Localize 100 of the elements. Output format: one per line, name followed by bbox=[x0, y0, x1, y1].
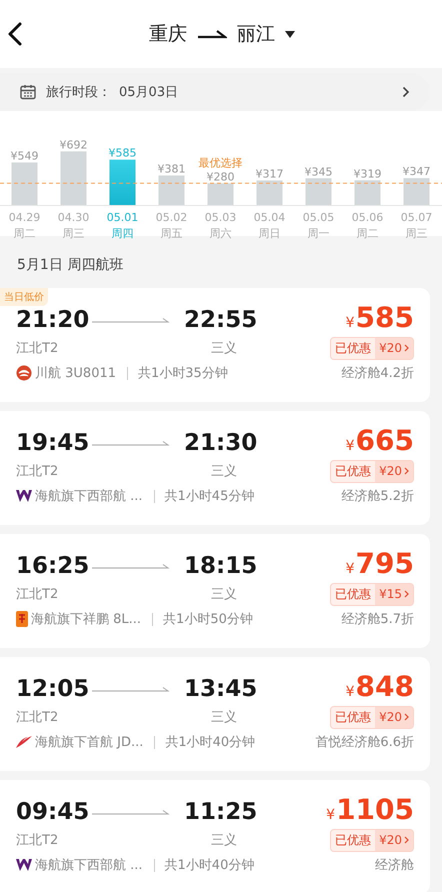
chevron-right-icon bbox=[402, 86, 410, 98]
x-tick-label: 05.07 bbox=[400, 211, 432, 224]
date-option[interactable]: 05.06 周二 bbox=[343, 206, 392, 243]
flight-duration: 共1小时40分钟 bbox=[154, 736, 256, 748]
airline-logo-icon bbox=[16, 736, 32, 748]
departure-airport: 江北T2 bbox=[16, 340, 58, 357]
date-option[interactable]: 05.01 周四 bbox=[98, 206, 147, 243]
x-tick-label: 05.05 bbox=[302, 211, 334, 224]
cabin-class: 首悦经济舱6.6折 bbox=[315, 734, 414, 751]
period-label: 旅行时段： bbox=[46, 84, 111, 101]
arrival-airport: 三义 bbox=[211, 586, 238, 603]
arrival-time: 18:15 bbox=[184, 553, 258, 579]
arrival-airport: 三义 bbox=[211, 340, 238, 357]
departure-airport: 江北T2 bbox=[16, 709, 58, 726]
x-tick-label: 04.29 bbox=[8, 211, 40, 224]
day-price: ¥319 bbox=[354, 167, 382, 180]
flight-card[interactable]: 09:45 11:25 ¥1105 江北T2 三义 已优惠 ¥20 海航旗下西部航 ... 共1小时40分钟 经济舱 bbox=[0, 780, 430, 892]
origin-city: 重庆 bbox=[148, 22, 188, 47]
discount-badge[interactable]: 已优惠 ¥20 bbox=[330, 706, 414, 728]
date-option[interactable]: 04.30 周三 bbox=[49, 206, 98, 243]
day-price: ¥381 bbox=[158, 162, 186, 176]
arrival-airport: 三义 bbox=[211, 832, 238, 849]
arrival-airport: 三义 bbox=[211, 709, 238, 726]
price-bar bbox=[158, 175, 184, 205]
airline-logo-icon bbox=[16, 858, 32, 872]
cabin-class: 经济舱 bbox=[375, 857, 414, 874]
departure-time: 12:05 bbox=[16, 676, 90, 702]
departure-airport: 江北T2 bbox=[16, 463, 58, 480]
airline-logo-icon bbox=[16, 611, 28, 627]
flight-card[interactable]: 当日低价 21:20 22:55 ¥585 江北T2 三义 已优惠 ¥20 川航 3U8011 共1小时35分钟 经济舱4.2折 bbox=[0, 288, 430, 402]
price: ¥1105 bbox=[326, 794, 414, 828]
price-bar bbox=[110, 160, 136, 205]
airline-flight: 川航 3U8011 bbox=[35, 365, 116, 382]
departure-time: 09:45 bbox=[16, 799, 90, 825]
airline-logo-icon bbox=[16, 365, 32, 381]
destination-city: 丽江 bbox=[236, 22, 276, 47]
x-tick-label: 05.06 bbox=[352, 211, 384, 224]
airline-flight: 海航旗下首航 JD... bbox=[35, 734, 144, 751]
back-icon[interactable] bbox=[8, 22, 22, 46]
x-tick-label: 05.04 bbox=[254, 211, 286, 224]
price-bar bbox=[12, 162, 38, 205]
arrival-time: 13:45 bbox=[184, 676, 258, 702]
section-title: 5月1日 周四航班 bbox=[16, 256, 124, 274]
price: ¥795 bbox=[346, 548, 414, 582]
flight-card[interactable]: 19:45 21:30 ¥665 江北T2 三义 已优惠 ¥20 海航旗下西部航 ... 共1小时45分钟 经济舱5.2折 bbox=[0, 411, 430, 525]
price-bar bbox=[208, 183, 234, 205]
airline-flight: 海航旗下祥鹏 8L... bbox=[31, 611, 142, 628]
cabin-class: 经济舱4.2折 bbox=[341, 365, 414, 382]
price: ¥848 bbox=[346, 672, 414, 704]
day-price: ¥549 bbox=[10, 149, 38, 162]
price-bar bbox=[306, 178, 332, 205]
date-option[interactable]: 05.04 周日 bbox=[245, 206, 294, 243]
best-choice-label: 最优选择 bbox=[198, 156, 242, 170]
flight-duration: 共1小时35分钟 bbox=[127, 366, 228, 380]
x-tick-label: 05.03 bbox=[204, 211, 236, 224]
arrival-airport: 三义 bbox=[211, 463, 238, 480]
period-value: 05月03日 bbox=[119, 84, 178, 101]
day-price: ¥345 bbox=[304, 165, 332, 178]
flight-duration: 共1小时40分钟 bbox=[154, 858, 254, 872]
discount-badge[interactable]: 已优惠 ¥20 bbox=[330, 336, 414, 360]
flight-card[interactable]: 12:05 13:45 ¥848 江北T2 三义 已优惠 ¥20 海航旗下首航 JD... 共1小时40分钟 首悦经济舱6.6折 bbox=[0, 657, 430, 771]
day-price: ¥280 bbox=[206, 170, 234, 184]
calendar-icon bbox=[20, 84, 36, 100]
arrival-time: 22:55 bbox=[184, 307, 258, 333]
price-bar bbox=[60, 151, 86, 205]
discount-badge[interactable]: 已优惠 ¥20 bbox=[330, 828, 414, 852]
price-bar bbox=[354, 180, 380, 205]
price-bar bbox=[404, 178, 430, 205]
airline-flight: 海航旗下西部航 ... bbox=[35, 857, 143, 874]
departure-airport: 江北T2 bbox=[16, 832, 58, 849]
departure-time: 21:20 bbox=[16, 307, 90, 333]
day-price: ¥317 bbox=[256, 167, 284, 180]
price: ¥665 bbox=[346, 426, 414, 458]
day-price: ¥585 bbox=[108, 146, 136, 160]
discount-badge[interactable]: 已优惠 ¥15 bbox=[330, 582, 414, 606]
price: ¥585 bbox=[346, 302, 414, 336]
day-price: ¥347 bbox=[402, 165, 430, 178]
date-option[interactable]: 05.03 周六 bbox=[196, 206, 245, 243]
dropdown-icon[interactable] bbox=[285, 30, 295, 38]
date-option[interactable]: 05.02 周五 bbox=[147, 206, 196, 243]
departure-time: 19:45 bbox=[16, 430, 90, 456]
departure-airport: 江北T2 bbox=[16, 586, 58, 603]
airline-flight: 海航旗下西部航 ... bbox=[35, 488, 143, 505]
x-tick-label: 05.01 bbox=[106, 211, 138, 224]
departure-time: 16:25 bbox=[16, 553, 90, 579]
discount-badge[interactable]: 已优惠 ¥20 bbox=[330, 460, 414, 482]
day-price: ¥692 bbox=[60, 138, 88, 152]
flight-card[interactable]: 16:25 18:15 ¥795 江北T2 三义 已优惠 ¥15 海航旗下祥鹏 8L... 共1小时50分钟 经济舱5.7折 bbox=[0, 534, 430, 648]
x-tick-label: 04.30 bbox=[58, 211, 90, 224]
flight-duration: 共1小时50分钟 bbox=[152, 612, 253, 626]
cabin-class: 经济舱5.7折 bbox=[341, 611, 414, 628]
date-option[interactable]: 05.07 周三 bbox=[392, 206, 441, 243]
cabin-class: 经济舱5.2折 bbox=[341, 488, 414, 505]
arrival-time: 11:25 bbox=[184, 799, 258, 825]
date-option[interactable]: 05.05 周一 bbox=[294, 206, 343, 243]
airline-logo-icon bbox=[16, 489, 32, 503]
date-option[interactable]: 04.29 周二 bbox=[0, 206, 49, 243]
price-bar bbox=[256, 180, 282, 205]
flight-duration: 共1小时45分钟 bbox=[154, 490, 254, 502]
arrival-time: 21:30 bbox=[184, 430, 258, 456]
